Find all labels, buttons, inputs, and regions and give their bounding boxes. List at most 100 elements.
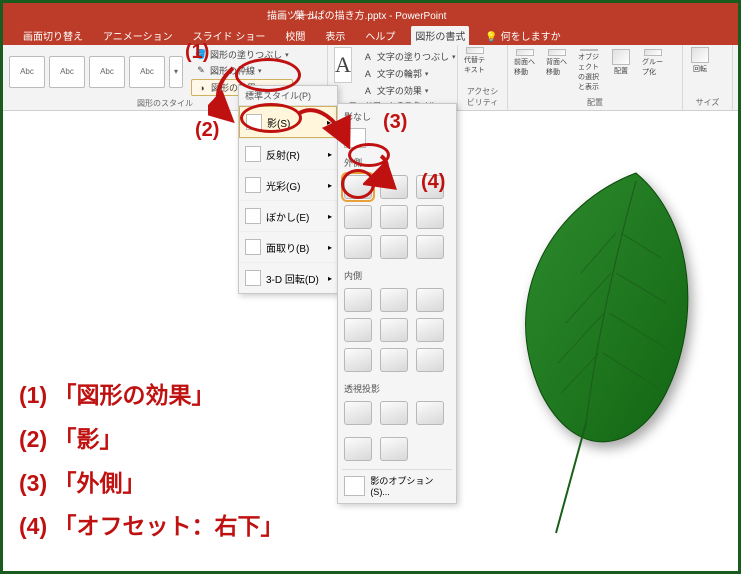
shadow-outer-swatch[interactable]	[344, 235, 372, 259]
shadow-perspective-swatch[interactable]	[344, 401, 372, 425]
menu-item-glow[interactable]: 光彩(G) ▸	[239, 169, 337, 200]
group-accessibility: 代替テキスト アクセシビリティ	[458, 45, 508, 110]
shadow-inner-swatch[interactable]	[380, 288, 408, 312]
drawing-tools-label: 描画ツール	[259, 5, 325, 24]
rotate-label: 回転	[693, 64, 707, 74]
group-size: 回転 サイズ	[683, 45, 733, 110]
shape-style-preset[interactable]: Abc	[89, 56, 125, 88]
selection-pane-button[interactable]: オブジェクトの選択と表示	[578, 49, 600, 77]
bring-forward-label: 前面へ移動	[514, 57, 536, 77]
leaf-shape[interactable]	[486, 163, 716, 543]
wordart-preset[interactable]: A	[334, 47, 352, 83]
shadow-inner-swatch[interactable]	[416, 288, 444, 312]
text-fill-label: 文字の塗りつぶし	[377, 50, 449, 63]
shadow-perspective-label: 透視投影	[342, 380, 452, 397]
send-backward-icon	[548, 49, 566, 56]
shadow-inner-swatch[interactable]	[344, 318, 372, 342]
shape-style-gallery-more[interactable]: ▾	[169, 56, 183, 88]
window-titlebar: 描画ツール 葉っぱの描き方.pptx - PowerPoint	[3, 3, 738, 25]
text-fill-button[interactable]: A 文字の塗りつぶし▾	[358, 49, 460, 64]
shadow-inner-swatch[interactable]	[380, 318, 408, 342]
menu-item-softedge-label: ぼかし(E)	[266, 209, 309, 224]
annotation-label-2: (2)	[195, 119, 219, 142]
menu-item-bevel[interactable]: 面取り(B) ▸	[239, 231, 337, 262]
shadow-perspective-swatch[interactable]	[344, 437, 372, 461]
annotation-label-3: (3)	[383, 111, 407, 134]
bring-forward-button[interactable]: 前面へ移動	[514, 49, 536, 77]
shadow-outer-swatch[interactable]	[380, 235, 408, 259]
send-backward-button[interactable]: 背面へ移動	[546, 49, 568, 77]
shadow-outer-swatch[interactable]	[380, 205, 408, 229]
legend-line-1: (1) 「図形の効果」	[19, 374, 284, 418]
reflection-thumb-icon	[245, 146, 261, 162]
shadow-options-item[interactable]: 影のオプション(S)...	[342, 469, 452, 499]
annotation-circle-4	[341, 169, 375, 199]
align-label: 配置	[614, 66, 628, 76]
tab-tellme-label: 何をしますか	[501, 32, 561, 43]
shape-style-preset[interactable]: Abc	[9, 56, 45, 88]
shadow-perspective-swatch[interactable]	[380, 401, 408, 425]
align-button[interactable]: 配置	[610, 49, 632, 77]
annotation-legend: (1) 「図形の効果」 (2) 「影」 (3) 「外側」 (4) 「オフセット：…	[19, 374, 284, 549]
ribbon: Abc Abc Abc Abc ▾ 🪣 図形の塗りつぶし ▾ ✎ 図形の枠線 ▾…	[3, 45, 738, 111]
group-icon	[644, 49, 662, 56]
tab-tellme[interactable]: 💡 何をしますか	[481, 26, 564, 45]
effects-icon: ◑	[196, 82, 208, 94]
shadow-inner-swatch[interactable]	[416, 318, 444, 342]
selection-pane-label: オブジェクトの選択と表示	[578, 52, 600, 92]
selection-pane-icon	[580, 49, 598, 51]
text-a-outline-icon: A	[362, 68, 374, 80]
tab-transition[interactable]: 画面切り替え	[19, 26, 87, 45]
tab-help[interactable]: ヘルプ	[361, 26, 399, 45]
shadow-outer-swatch[interactable]	[416, 235, 444, 259]
shadow-inner-label: 内側	[342, 267, 452, 284]
alt-text-label: 代替テキスト	[464, 55, 486, 75]
shadow-outer-swatch[interactable]	[416, 205, 444, 229]
shadow-inner-swatch[interactable]	[380, 348, 408, 372]
group-arrange: 前面へ移動 背面へ移動 オブジェクトの選択と表示 配置 グループ化 配置	[508, 45, 683, 110]
text-effects-label: 文字の効果	[377, 84, 422, 97]
annotation-circle-2	[240, 103, 302, 133]
rotate-button[interactable]: 回転	[689, 47, 711, 75]
group-label: グループ化	[642, 57, 664, 77]
chevron-right-icon: ▸	[328, 212, 332, 221]
annotation-circle-1	[235, 58, 301, 92]
glow-thumb-icon	[245, 177, 261, 193]
menu-item-soft-edges[interactable]: ぼかし(E) ▸	[239, 200, 337, 231]
shape-style-preset[interactable]: Abc	[49, 56, 85, 88]
shadow-inner-swatch[interactable]	[344, 348, 372, 372]
menu-item-3d-rotation[interactable]: 3-D 回転(D) ▸	[239, 262, 337, 293]
shape-style-preset[interactable]: Abc	[129, 56, 165, 88]
shadow-perspective-swatch[interactable]	[416, 401, 444, 425]
tab-format[interactable]: 図形の書式	[411, 26, 469, 45]
rotation3d-thumb-icon	[245, 270, 261, 286]
tab-view[interactable]: 表示	[321, 26, 349, 45]
shadow-perspective-swatch[interactable]	[380, 437, 408, 461]
group-button[interactable]: グループ化	[642, 49, 664, 77]
softedge-thumb-icon	[245, 208, 261, 224]
menu-item-bevel-label: 面取り(B)	[266, 240, 309, 255]
legend-line-3: (3) 「外側」	[19, 462, 284, 506]
alt-text-button[interactable]: 代替テキスト	[464, 47, 486, 75]
tab-review[interactable]: 校閲	[281, 26, 309, 45]
send-backward-label: 背面へ移動	[546, 57, 568, 77]
group-label-size: サイズ	[689, 95, 726, 108]
group-label-accessibility: アクセシビリティ	[464, 84, 501, 108]
text-a-effects-icon: A	[362, 85, 374, 97]
chevron-right-icon: ▸	[328, 181, 332, 190]
bevel-thumb-icon	[245, 239, 261, 255]
lightbulb-icon: 💡	[485, 32, 497, 43]
text-outline-button[interactable]: A 文字の輪郭▾	[358, 66, 460, 81]
chevron-down-icon: ▾	[285, 51, 289, 59]
legend-line-2: (2) 「影」	[19, 418, 284, 462]
alt-text-icon	[466, 47, 484, 54]
annotation-label-1: (1)	[185, 41, 209, 64]
text-effects-button[interactable]: A 文字の効果▾	[358, 83, 460, 98]
ribbon-tabs: 画面切り替え アニメーション スライド ショー 校閲 表示 ヘルプ 図形の書式 …	[3, 25, 738, 45]
shadow-inner-swatch[interactable]	[416, 348, 444, 372]
shadow-inner-swatch[interactable]	[344, 288, 372, 312]
text-a-icon: A	[362, 51, 374, 63]
tab-animation[interactable]: アニメーション	[99, 26, 177, 45]
shadow-outer-swatch[interactable]	[344, 205, 372, 229]
rotate-icon	[691, 47, 709, 63]
